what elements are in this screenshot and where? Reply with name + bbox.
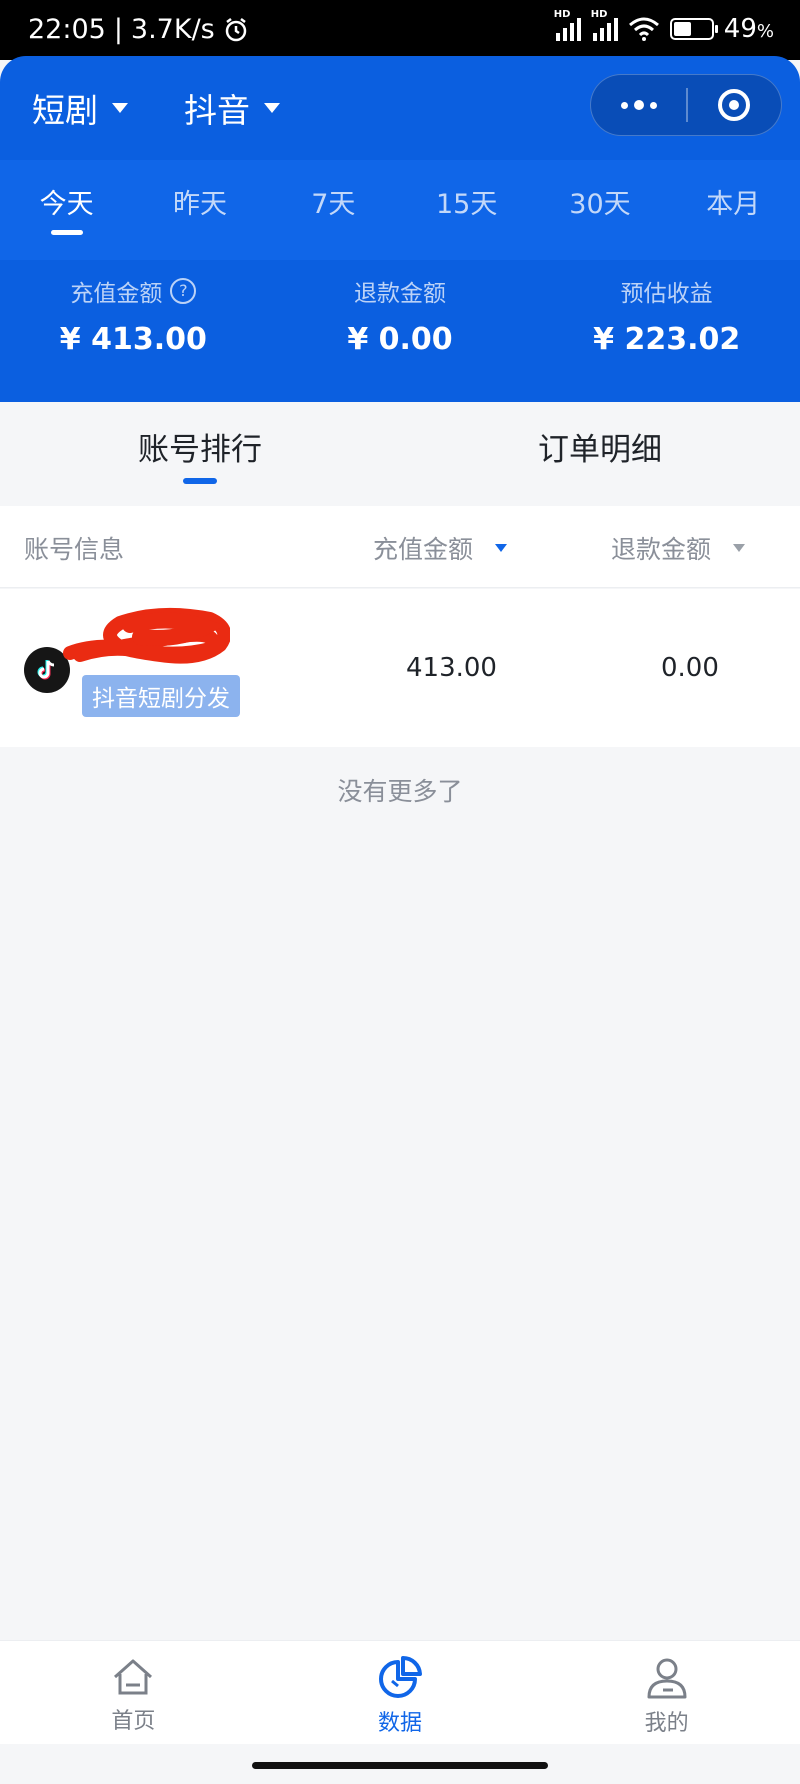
mini-program-capsule (590, 74, 782, 136)
metric-income-value: ¥ 223.02 (593, 322, 741, 357)
battery-percent-number: 49 (723, 14, 757, 44)
metric-refund-label: 退款金额 (354, 281, 446, 307)
sort-icon (733, 544, 746, 552)
status-right: HD HD 49% (554, 9, 774, 44)
row-recharge-value: 413.00 (406, 653, 497, 683)
tabbar-item-data-label: 数据 (378, 1711, 423, 1736)
tabbar-item-home-label: 首页 (111, 1709, 156, 1734)
metric-recharge-label: 充值金额 (70, 281, 163, 307)
tabbar-item-home[interactable]: 首页 (0, 1641, 267, 1744)
column-refund-sort[interactable]: 退款金额 (611, 530, 746, 566)
metric-recharge-value: ¥ 413.00 (59, 322, 207, 357)
metrics: 充值金额 ? ¥ 413.00 退款金额 ¥ 0.00 预估收益 ¥ 223.0… (0, 274, 800, 357)
status-time: 22:05 (28, 14, 106, 45)
bottom-tab-bar: 首页 数据 我的 (0, 1640, 800, 1744)
caret-down-icon (264, 103, 280, 113)
no-more-text: 没有更多了 (337, 777, 463, 806)
metric-income-label: 预估收益 (620, 281, 713, 307)
column-refund-label: 退款金额 (611, 535, 712, 564)
row-refund-value: 0.00 (661, 653, 719, 683)
user-icon (647, 1658, 687, 1699)
battery-percent-symbol: % (756, 21, 774, 42)
main-tabs: 账号排行 订单明细 (0, 402, 800, 506)
battery-level (673, 22, 692, 36)
status-left: 22:05 | 3.7K/s (28, 14, 249, 45)
pie-chart-icon (379, 1655, 422, 1698)
wifi-icon (628, 17, 659, 41)
status-bar: 22:05 | 3.7K/s HD HD 49% (0, 0, 800, 60)
column-recharge-label: 充值金额 (373, 535, 474, 564)
category-dropdown-label: 短剧 (32, 91, 98, 130)
date-tab-yesterday[interactable]: 昨天 (133, 160, 266, 260)
tabbar-item-data[interactable]: 数据 (267, 1641, 534, 1744)
status-separator: | (113, 14, 123, 45)
more-icon[interactable] (591, 75, 686, 135)
metric-recharge: 充值金额 ? ¥ 413.00 (0, 274, 267, 357)
account-tag: 抖音短剧分发 (82, 675, 240, 717)
platform-dropdown-label: 抖音 (184, 91, 250, 130)
date-tab-month[interactable]: 本月 (667, 160, 800, 260)
date-tab-15d[interactable]: 15天 (400, 160, 533, 260)
date-tab-30d[interactable]: 30天 (533, 160, 666, 260)
battery-percent: 49% (724, 14, 774, 44)
tab-account-ranking[interactable]: 账号排行 (0, 402, 400, 506)
column-account-info: 账号信息 (24, 530, 124, 566)
caret-down-icon (112, 103, 128, 113)
redacted-account-name (63, 607, 230, 664)
home-icon (114, 1659, 153, 1695)
tabbar-item-mine-label: 我的 (644, 1711, 689, 1736)
table-row[interactable]: 抖音短剧分发 413.00 0.00 (0, 589, 800, 747)
table-header: 账号信息 充值金额 退款金额 (0, 506, 800, 588)
category-dropdown[interactable]: 短剧 (32, 84, 128, 132)
metric-refund-value: ¥ 0.00 (347, 322, 453, 357)
signal-icon: HD (554, 9, 581, 41)
status-net-speed: 3.7K/s (130, 14, 215, 45)
metric-income: 预估收益 ¥ 223.02 (533, 274, 800, 357)
signal-hd-tag: HD (553, 9, 571, 20)
column-account-info-label: 账号信息 (24, 535, 125, 564)
close-target-icon[interactable] (688, 75, 781, 135)
battery-icon (669, 18, 718, 40)
platform-dropdown[interactable]: 抖音 (184, 84, 280, 132)
metric-refund: 退款金额 ¥ 0.00 (267, 274, 534, 357)
sort-desc-icon (495, 544, 508, 552)
alarm-icon (225, 17, 246, 41)
signal-icon: HD (591, 9, 618, 41)
date-tab-today[interactable]: 今天 (0, 160, 133, 260)
date-tabs: 今天 昨天 7天 15天 30天 本月 (0, 160, 800, 260)
date-tab-7d[interactable]: 7天 (267, 160, 400, 260)
signal-hd-tag: HD (590, 9, 608, 20)
tab-order-details[interactable]: 订单明细 (400, 402, 800, 506)
tabbar-item-mine[interactable]: 我的 (533, 1641, 800, 1744)
help-icon[interactable]: ? (170, 278, 197, 304)
header: 短剧 抖音 今天 昨天 7天 15天 30天 本月 充值金额 ? ¥ 413.0… (0, 56, 800, 402)
column-recharge-sort[interactable]: 充值金额 (373, 530, 508, 566)
home-indicator[interactable] (252, 1762, 548, 1769)
